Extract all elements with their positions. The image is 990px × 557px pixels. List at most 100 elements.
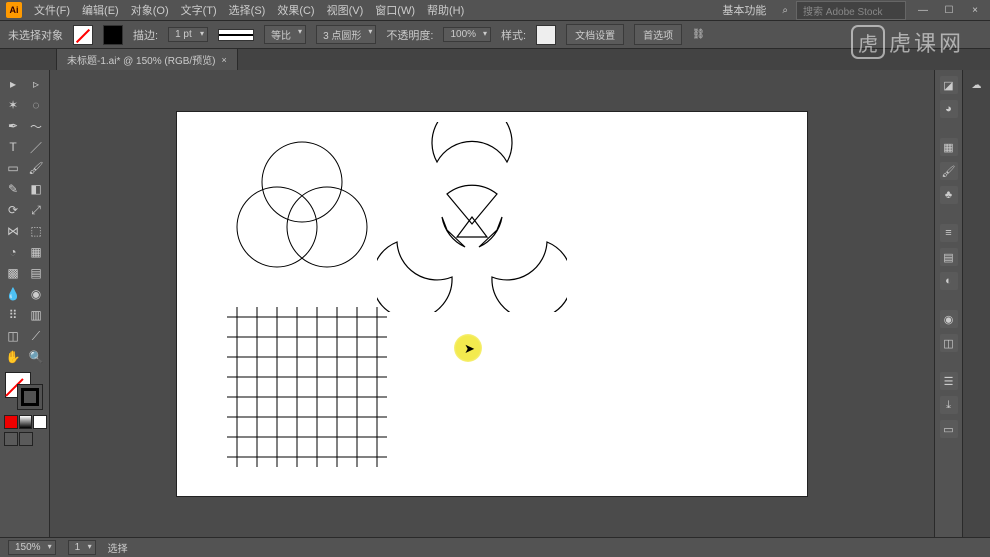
- gradient-swatch[interactable]: [19, 415, 33, 429]
- rotate-tool[interactable]: ⟳: [2, 200, 24, 220]
- libraries-panel-icon[interactable]: ☁: [972, 80, 982, 91]
- maximize-button[interactable]: ☐: [940, 3, 958, 17]
- curvature-tool[interactable]: ～: [25, 116, 47, 136]
- graphic-styles-panel-icon[interactable]: ◫: [940, 334, 958, 352]
- menu-file[interactable]: 文件(F): [34, 2, 70, 18]
- scale-tool[interactable]: ⤢: [25, 200, 47, 220]
- stroke-weight-dropdown[interactable]: 1 pt: [168, 27, 208, 42]
- slice-tool[interactable]: ⟋: [25, 326, 47, 346]
- lasso-tool[interactable]: ◌: [25, 95, 47, 115]
- artboard[interactable]: ➤: [177, 112, 807, 496]
- magic-wand-tool[interactable]: ✶: [2, 95, 24, 115]
- grid-shape: [227, 307, 387, 467]
- brushes-panel-icon[interactable]: 🖌: [940, 162, 958, 180]
- artboard-tool[interactable]: ◫: [2, 326, 24, 346]
- zoom-level-dropdown[interactable]: 150%: [8, 540, 56, 555]
- stock-search-input[interactable]: 搜索 Adobe Stock: [796, 1, 906, 20]
- free-transform-tool[interactable]: ⬚: [25, 221, 47, 241]
- tool-panel: ▸▹ ✶◌ ✒～ T／ ▭🖌 ✎◧ ⟳⤢ ⋈⬚ ◔▦ ▩▤ 💧◉ ⠿▥ ◫⟋ ✋…: [0, 70, 50, 537]
- asset-export-panel-icon[interactable]: ⤓: [940, 396, 958, 414]
- venn-circles: [227, 132, 377, 282]
- document-setup-button[interactable]: 文档设置: [566, 24, 624, 45]
- zoom-tool[interactable]: 🔍: [25, 347, 47, 367]
- style-label: 样式:: [501, 27, 526, 43]
- direct-selection-tool[interactable]: ▹: [25, 74, 47, 94]
- fill-swatch[interactable]: [73, 25, 93, 45]
- symbols-panel-icon[interactable]: ♣: [940, 186, 958, 204]
- mesh-tool[interactable]: ▩: [2, 263, 24, 283]
- status-bar: 150% 1 选择: [0, 537, 990, 557]
- gradient-panel-icon[interactable]: ▤: [940, 248, 958, 266]
- cursor-icon: ➤: [464, 341, 475, 357]
- width-tool[interactable]: ⋈: [2, 221, 24, 241]
- color-swatch-1[interactable]: [4, 415, 18, 429]
- screen-mode-1[interactable]: [4, 432, 18, 446]
- rectangle-tool[interactable]: ▭: [2, 158, 24, 178]
- line-tool[interactable]: ／: [25, 137, 47, 157]
- divided-shapes: [377, 122, 567, 312]
- menu-help[interactable]: 帮助(H): [427, 2, 464, 18]
- stroke-box[interactable]: [17, 384, 43, 410]
- transparency-panel-icon[interactable]: ◐: [940, 272, 958, 290]
- screen-mode-2[interactable]: [19, 432, 33, 446]
- document-tabbar: 未标题-1.ai* @ 150% (RGB/预览) ×: [0, 48, 990, 70]
- chain-icon[interactable]: ⛓: [692, 29, 705, 40]
- canvas[interactable]: ➤: [50, 70, 934, 537]
- menu-object[interactable]: 对象(O): [131, 2, 169, 18]
- style-swatch[interactable]: [536, 25, 556, 45]
- opacity-label: 不透明度:: [386, 27, 433, 43]
- column-graph-tool[interactable]: ▥: [25, 305, 47, 325]
- pen-tool[interactable]: ✒: [2, 116, 24, 136]
- artboards-panel-icon[interactable]: ▭: [940, 420, 958, 438]
- close-button[interactable]: ×: [966, 3, 984, 17]
- appearance-panel-icon[interactable]: ◉: [940, 310, 958, 328]
- right-dock: ◪ ◕ ▦ 🖌 ♣ ≡ ▤ ◐ ◉ ◫ ☰ ⤓ ▭: [934, 70, 962, 537]
- no-selection-label: 未选择对象: [8, 27, 63, 43]
- titlebar: Ai 文件(F) 编辑(E) 对象(O) 文字(T) 选择(S) 效果(C) 视…: [0, 0, 990, 20]
- stroke-dash-dropdown[interactable]: [218, 29, 254, 41]
- stroke-profile-dropdown[interactable]: 3 点圆形: [316, 25, 376, 44]
- gradient-tool[interactable]: ▤: [25, 263, 47, 283]
- control-bar: 未选择对象 描边: 1 pt 等比 3 点圆形 不透明度: 100% 样式: 文…: [0, 20, 990, 48]
- color-guide-icon[interactable]: ◕: [940, 100, 958, 118]
- eyedropper-tool[interactable]: 💧: [2, 284, 24, 304]
- menu-window[interactable]: 窗口(W): [375, 2, 415, 18]
- stroke-swatch[interactable]: [103, 25, 123, 45]
- app-logo: Ai: [6, 2, 22, 18]
- paintbrush-tool[interactable]: 🖌: [25, 158, 47, 178]
- shaper-tool[interactable]: ✎: [2, 179, 24, 199]
- eraser-tool[interactable]: ◧: [25, 179, 47, 199]
- menu-select[interactable]: 选择(S): [229, 2, 266, 18]
- hand-tool[interactable]: ✋: [2, 347, 24, 367]
- document-tab[interactable]: 未标题-1.ai* @ 150% (RGB/预览) ×: [56, 48, 238, 70]
- fill-stroke-control[interactable]: [5, 372, 45, 412]
- color-panel-icon[interactable]: ◪: [940, 76, 958, 94]
- stroke-panel-icon[interactable]: ≡: [940, 224, 958, 242]
- menu-view[interactable]: 视图(V): [327, 2, 364, 18]
- shape-builder-tool[interactable]: ◔: [2, 242, 24, 262]
- none-swatch[interactable]: [33, 415, 47, 429]
- menubar: 文件(F) 编辑(E) 对象(O) 文字(T) 选择(S) 效果(C) 视图(V…: [34, 2, 464, 18]
- right-dock-secondary: ☁: [962, 70, 990, 537]
- layers-panel-icon[interactable]: ☰: [940, 372, 958, 390]
- selection-tool[interactable]: ▸: [2, 74, 24, 94]
- menu-edit[interactable]: 编辑(E): [82, 2, 119, 18]
- symbol-sprayer-tool[interactable]: ⠿: [2, 305, 24, 325]
- stroke-label: 描边:: [133, 27, 158, 43]
- tab-close-icon[interactable]: ×: [222, 55, 227, 65]
- perspective-tool[interactable]: ▦: [25, 242, 47, 262]
- minimize-button[interactable]: —: [914, 3, 932, 17]
- swatches-panel-icon[interactable]: ▦: [940, 138, 958, 156]
- type-tool[interactable]: T: [2, 137, 24, 157]
- menu-effect[interactable]: 效果(C): [277, 2, 314, 18]
- blend-tool[interactable]: ◉: [25, 284, 47, 304]
- current-tool-label: 选择: [108, 540, 128, 555]
- menu-type[interactable]: 文字(T): [181, 2, 217, 18]
- artboard-nav-dropdown[interactable]: 1: [68, 540, 96, 555]
- main-area: ▸▹ ✶◌ ✒～ T／ ▭🖌 ✎◧ ⟳⤢ ⋈⬚ ◔▦ ▩▤ 💧◉ ⠿▥ ◫⟋ ✋…: [0, 70, 990, 537]
- workspace-switcher[interactable]: 基本功能: [714, 2, 774, 18]
- document-tab-label: 未标题-1.ai* @ 150% (RGB/预览): [67, 52, 216, 67]
- preferences-button[interactable]: 首选项: [634, 24, 682, 45]
- stroke-align-dropdown[interactable]: 等比: [264, 25, 306, 44]
- opacity-dropdown[interactable]: 100%: [443, 27, 491, 42]
